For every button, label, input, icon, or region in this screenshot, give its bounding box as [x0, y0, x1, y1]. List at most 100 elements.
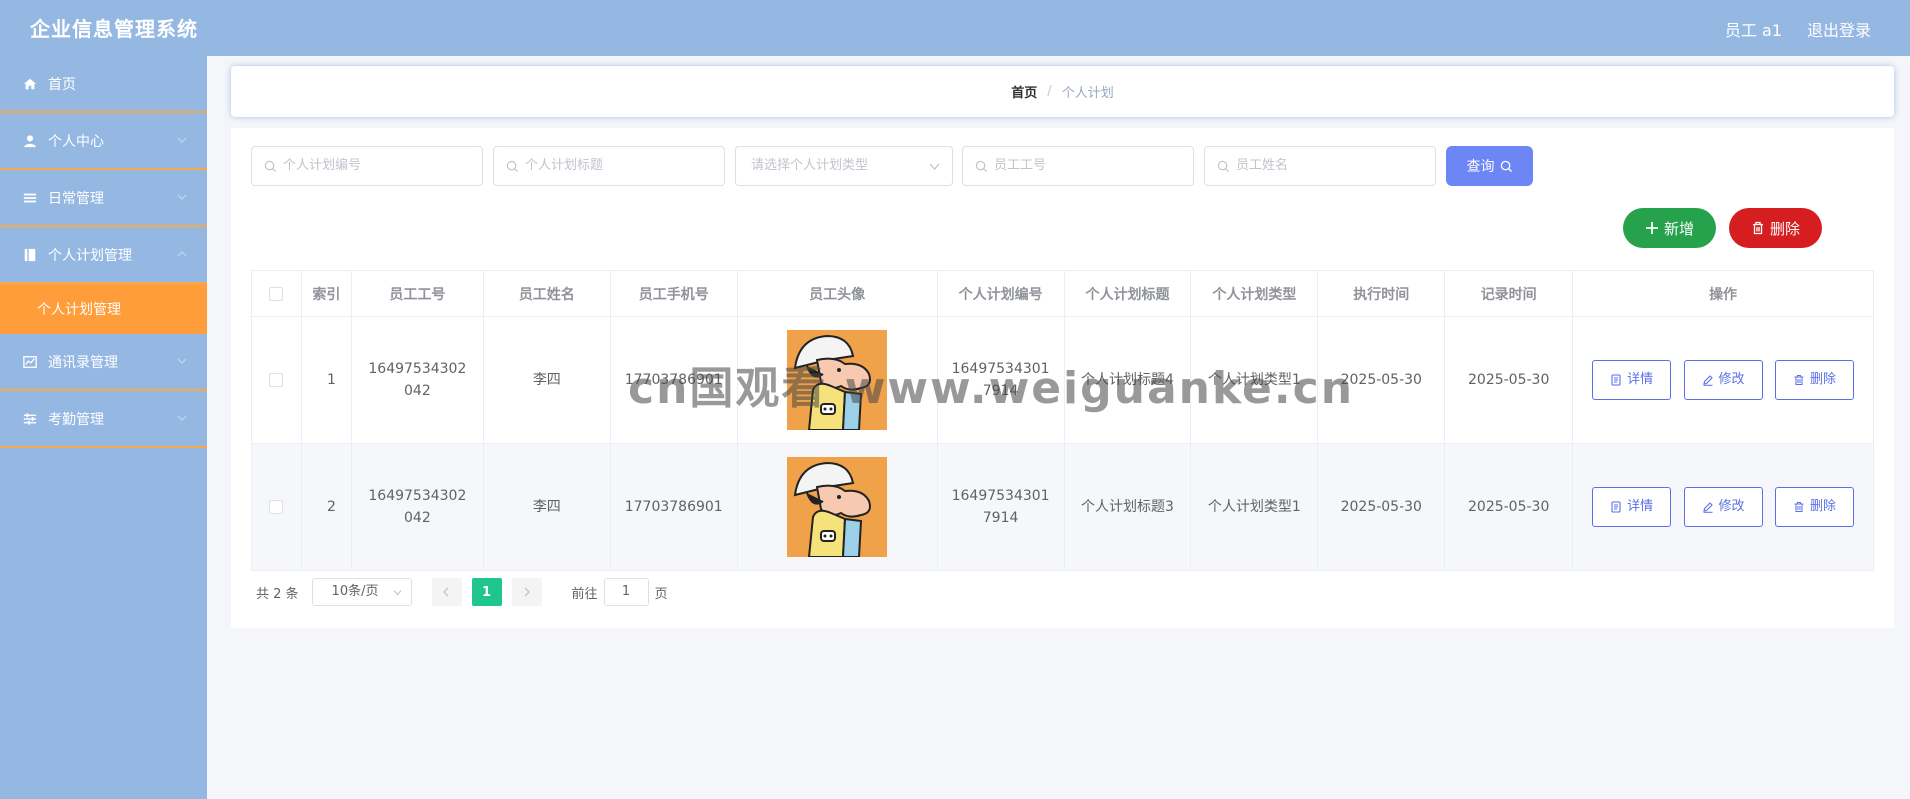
plan-table: 索引 员工工号 员工姓名 员工手机号 员工头像 个人计划编号 个人计划标题 个人… — [251, 270, 1874, 571]
sidebar-item-contacts[interactable]: 通讯录管理 — [0, 334, 207, 391]
row-checkbox[interactable] — [269, 500, 284, 514]
select-all-cell[interactable] — [251, 270, 302, 317]
breadcrumb-current: 个人计划 — [1061, 86, 1114, 101]
emp-name-cell: 李四 — [482, 316, 611, 444]
plus-icon — [1645, 222, 1658, 234]
chevron-right-icon — [524, 587, 530, 597]
search-icon — [264, 160, 277, 173]
search-placeholder: 员工工号 — [994, 158, 1047, 173]
sidebar-item-plan[interactable]: 个人计划管理 — [0, 227, 207, 284]
trash-icon — [1752, 221, 1763, 235]
current-user[interactable]: 员工 a1 — [1725, 17, 1782, 41]
delete-button[interactable]: 删除 — [1775, 360, 1855, 400]
emp-no-cell: 16497534302042 — [350, 443, 484, 571]
column-header: 记录时间 — [1444, 270, 1574, 317]
content-panel: 个人计划编号 个人计划标题 请选择个人计划类型 员工工号 员工姓名 查询 新增 … — [231, 128, 1894, 628]
plan-no-text: 164975343017914 — [951, 488, 1050, 526]
search-placeholder: 个人计划标题 — [525, 158, 604, 173]
column-header: 个人计划类型 — [1190, 270, 1319, 317]
column-header: 员工头像 — [736, 270, 938, 317]
logout-button[interactable]: 退出登录 — [1807, 17, 1871, 41]
edit-button[interactable]: 修改 — [1683, 360, 1763, 400]
column-header: 员工姓名 — [482, 270, 611, 317]
index-cell: 1 — [300, 316, 352, 444]
emp-name-cell: 李四 — [482, 443, 611, 571]
plan-title-cell: 个人计划标题4 — [1063, 316, 1192, 444]
query-button[interactable]: 查询 — [1446, 146, 1533, 186]
delete-button[interactable]: 删除 — [1775, 487, 1855, 527]
breadcrumb-separator: / — [1047, 84, 1052, 99]
add-button[interactable]: 新增 — [1623, 208, 1716, 248]
record-time-cell: 2025-05-30 — [1444, 443, 1574, 571]
page-number[interactable]: 1 — [471, 578, 502, 606]
add-button-label: 新增 — [1663, 219, 1694, 238]
sidebar-item-personal-center[interactable]: 个人中心 — [0, 113, 207, 170]
sidebar-item-attendance[interactable]: 考勤管理 — [0, 391, 207, 448]
sidebar-item-label: 日常管理 — [48, 190, 104, 207]
column-header: 员工工号 — [350, 270, 484, 317]
book-icon — [22, 247, 38, 263]
exec-time-cell: 2025-05-30 — [1317, 316, 1446, 444]
search-placeholder: 个人计划编号 — [283, 158, 362, 173]
edit-button[interactable]: 修改 — [1683, 487, 1763, 527]
search-icon — [506, 160, 519, 173]
avatar[interactable] — [787, 330, 888, 430]
next-page-button[interactable] — [511, 578, 542, 606]
chart-icon — [22, 354, 38, 370]
detail-button[interactable]: 详情 — [1592, 360, 1672, 400]
trash-icon — [1794, 375, 1804, 385]
goto-suffix: 页 — [654, 586, 668, 602]
batch-delete-button-label: 删除 — [1769, 219, 1800, 238]
select-placeholder: 请选择个人计划类型 — [751, 158, 869, 173]
plan-type-cell: 个人计划类型1 — [1190, 316, 1319, 444]
plan-type-select[interactable]: 请选择个人计划类型 — [735, 146, 953, 186]
chevron-down-icon — [929, 163, 940, 170]
detail-button[interactable]: 详情 — [1592, 487, 1672, 527]
phone-cell: 17703786901 — [609, 316, 738, 444]
emp-no-search-input[interactable]: 员工工号 — [962, 146, 1194, 186]
sliders-icon — [22, 411, 38, 427]
chevron-down-icon — [177, 137, 187, 143]
column-header: 个人计划标题 — [1063, 270, 1192, 317]
breadcrumb-home[interactable]: 首页 — [1011, 82, 1037, 101]
chevron-down-icon — [177, 358, 187, 364]
edit-button-label: 修改 — [1718, 499, 1745, 514]
sidebar-item-label: 个人计划管理 — [48, 247, 132, 264]
row-select-cell[interactable] — [251, 443, 302, 571]
goto-page-input[interactable]: 1 — [603, 578, 649, 606]
chevron-down-icon — [393, 590, 401, 596]
row-select-cell[interactable] — [251, 316, 302, 444]
delete-button-label: 删除 — [1810, 499, 1837, 514]
sidebar-item-daily[interactable]: 日常管理 — [0, 170, 207, 227]
goto-prefix: 前往 — [571, 586, 598, 602]
column-header: 执行时间 — [1317, 270, 1446, 317]
trash-icon — [1794, 502, 1804, 512]
table-header-row: 索引 员工工号 员工姓名 员工手机号 员工头像 个人计划编号 个人计划标题 个人… — [251, 270, 1874, 317]
top-bar: 企业信息管理系统 员工 a1 退出登录 — [0, 0, 1910, 56]
sidebar-item-home[interactable]: 首页 — [0, 56, 207, 113]
select-all-checkbox[interactable] — [269, 286, 284, 301]
edit-icon — [1702, 502, 1713, 513]
plan-title-search-input[interactable]: 个人计划标题 — [493, 146, 725, 186]
chevron-down-icon — [177, 415, 187, 421]
app-title: 企业信息管理系统 — [30, 17, 198, 41]
page-size-select[interactable]: 10条/页 — [311, 578, 412, 606]
page-size-value: 10条/页 — [331, 584, 379, 599]
emp-name-search-input[interactable]: 员工姓名 — [1204, 146, 1436, 186]
batch-delete-button[interactable]: 删除 — [1729, 208, 1822, 248]
edit-button-label: 修改 — [1718, 372, 1745, 387]
chevron-up-icon — [177, 251, 187, 257]
plan-no-text: 164975343017914 — [951, 361, 1050, 399]
row-checkbox[interactable] — [269, 373, 284, 387]
sidebar-item-label: 通讯录管理 — [48, 354, 118, 371]
plan-no-cell: 164975343017914 — [936, 443, 1065, 571]
sidebar-subitem-plan-management[interactable]: 个人计划管理 — [0, 284, 207, 334]
emp-no-text: 16497534302042 — [368, 488, 467, 526]
delete-button-label: 删除 — [1810, 372, 1837, 387]
chevron-left-icon — [443, 587, 449, 597]
search-icon — [1500, 160, 1512, 172]
prev-page-button[interactable] — [431, 578, 462, 606]
avatar[interactable] — [787, 457, 888, 557]
plan-no-search-input[interactable]: 个人计划编号 — [251, 146, 483, 186]
sidebar-item-label: 个人中心 — [48, 133, 104, 150]
